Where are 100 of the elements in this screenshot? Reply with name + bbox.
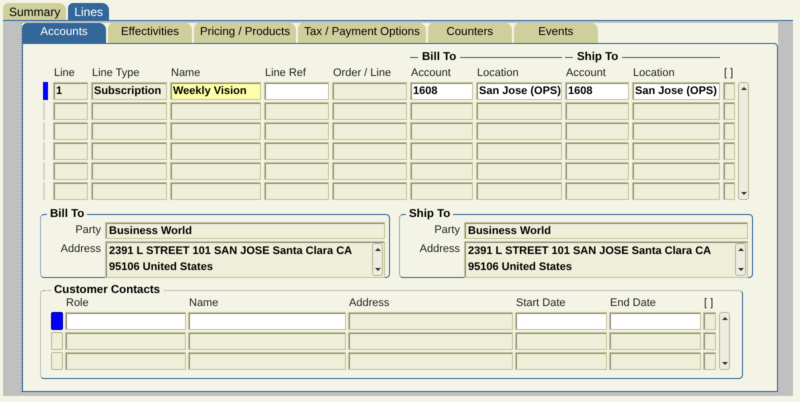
text-field[interactable] [723,142,735,160]
text-field[interactable] [264,102,329,120]
text-field[interactable]: San Jose (OPS) [632,82,720,100]
text-field[interactable] [609,352,701,370]
text-field[interactable] [476,162,562,180]
tab[interactable]: Summary [3,3,66,20]
text-field[interactable] [170,122,261,140]
text-field[interactable] [632,142,720,160]
text-field[interactable] [188,352,346,370]
scrollbar[interactable] [372,243,383,276]
text-field[interactable] [170,102,261,120]
scrollbar[interactable] [738,82,749,200]
text-field[interactable] [723,82,735,100]
text-field[interactable] [565,182,629,200]
text-field[interactable]: Weekly Vision [170,82,261,100]
text-field[interactable] [703,312,716,330]
text-field[interactable]: Subscription [91,82,167,100]
text-field[interactable] [264,122,329,140]
text-field[interactable] [723,182,735,200]
text-field[interactable] [332,142,407,160]
tab[interactable]: Lines [68,3,110,20]
tab[interactable]: Counters [428,23,512,43]
tab[interactable]: Accounts [22,23,106,43]
text-field[interactable] [515,332,607,350]
text-field[interactable]: San Jose (OPS) [476,82,562,100]
text-field[interactable] [632,102,720,120]
column-header: Line [53,66,76,80]
text-field[interactable] [410,162,473,180]
text-field[interactable] [188,332,346,350]
text-field[interactable] [515,352,607,370]
text-field[interactable] [410,102,473,120]
text-field[interactable]: Business World [105,222,385,239]
text-field[interactable] [65,312,186,330]
text-field[interactable] [332,82,407,100]
text-field[interactable] [703,352,716,370]
tab[interactable]: Events [514,23,598,43]
text-field[interactable] [348,312,513,330]
field-label: Address [60,242,101,255]
text-field[interactable] [91,182,167,200]
text-field[interactable] [332,162,407,180]
text-field[interactable] [632,122,720,140]
tab[interactable]: Effectivities [108,23,192,43]
text-field[interactable] [348,332,513,350]
text-area[interactable]: 2391 L STREET 101 SAN JOSE Santa Clara CA 95106 United States [105,241,385,278]
text-field[interactable] [565,142,629,160]
text-field[interactable] [476,142,562,160]
text-field[interactable] [565,162,629,180]
text-field[interactable] [91,122,167,140]
text-field[interactable] [53,162,88,180]
column-header: [ ] [703,296,714,310]
text-field[interactable]: 1608 [565,82,629,100]
text-field[interactable] [264,142,329,160]
column-header: Location [476,66,520,80]
text-field[interactable] [332,182,407,200]
text-field[interactable]: Business World [464,222,748,239]
text-field[interactable] [723,162,735,180]
text-field[interactable] [332,122,407,140]
text-area[interactable]: 2391 L STREET 101 SAN JOSE Santa Clara CA 95106 United States [464,241,748,278]
text-field[interactable] [91,162,167,180]
text-field[interactable] [703,332,716,350]
text-field[interactable] [565,122,629,140]
text-field[interactable] [565,102,629,120]
text-field[interactable] [65,352,186,370]
scrollbar[interactable] [719,312,730,370]
text-field[interactable] [170,142,261,160]
tab[interactable]: Pricing / Products [194,23,296,43]
text-field[interactable] [515,312,607,330]
text-field[interactable] [476,102,562,120]
text-field[interactable]: 1 [53,82,88,100]
scrollbar[interactable] [735,243,746,276]
text-field[interactable] [410,122,473,140]
text-field[interactable] [632,182,720,200]
text-field[interactable] [332,102,407,120]
text-field[interactable] [65,332,186,350]
tab[interactable]: Tax / Payment Options [298,23,426,43]
column-header: Line Ref [264,66,307,80]
text-field[interactable] [723,102,735,120]
text-field[interactable] [53,122,88,140]
text-field[interactable] [723,122,735,140]
column-header: [ ] [723,66,734,80]
text-field[interactable] [410,142,473,160]
text-field[interactable]: 1608 [410,82,473,100]
text-field[interactable] [476,182,562,200]
text-field[interactable] [53,182,88,200]
text-field[interactable] [264,82,329,100]
text-field[interactable] [170,182,261,200]
text-field[interactable] [170,162,261,180]
text-field[interactable] [264,162,329,180]
text-field[interactable] [53,142,88,160]
text-field[interactable] [410,182,473,200]
text-field[interactable] [91,102,167,120]
text-field[interactable] [91,142,167,160]
text-field[interactable] [188,312,346,330]
text-field[interactable] [609,332,701,350]
text-field[interactable] [264,182,329,200]
text-field[interactable] [476,122,562,140]
text-field[interactable] [632,162,720,180]
text-field[interactable] [53,102,88,120]
text-field[interactable] [609,312,701,330]
text-field[interactable] [348,352,513,370]
